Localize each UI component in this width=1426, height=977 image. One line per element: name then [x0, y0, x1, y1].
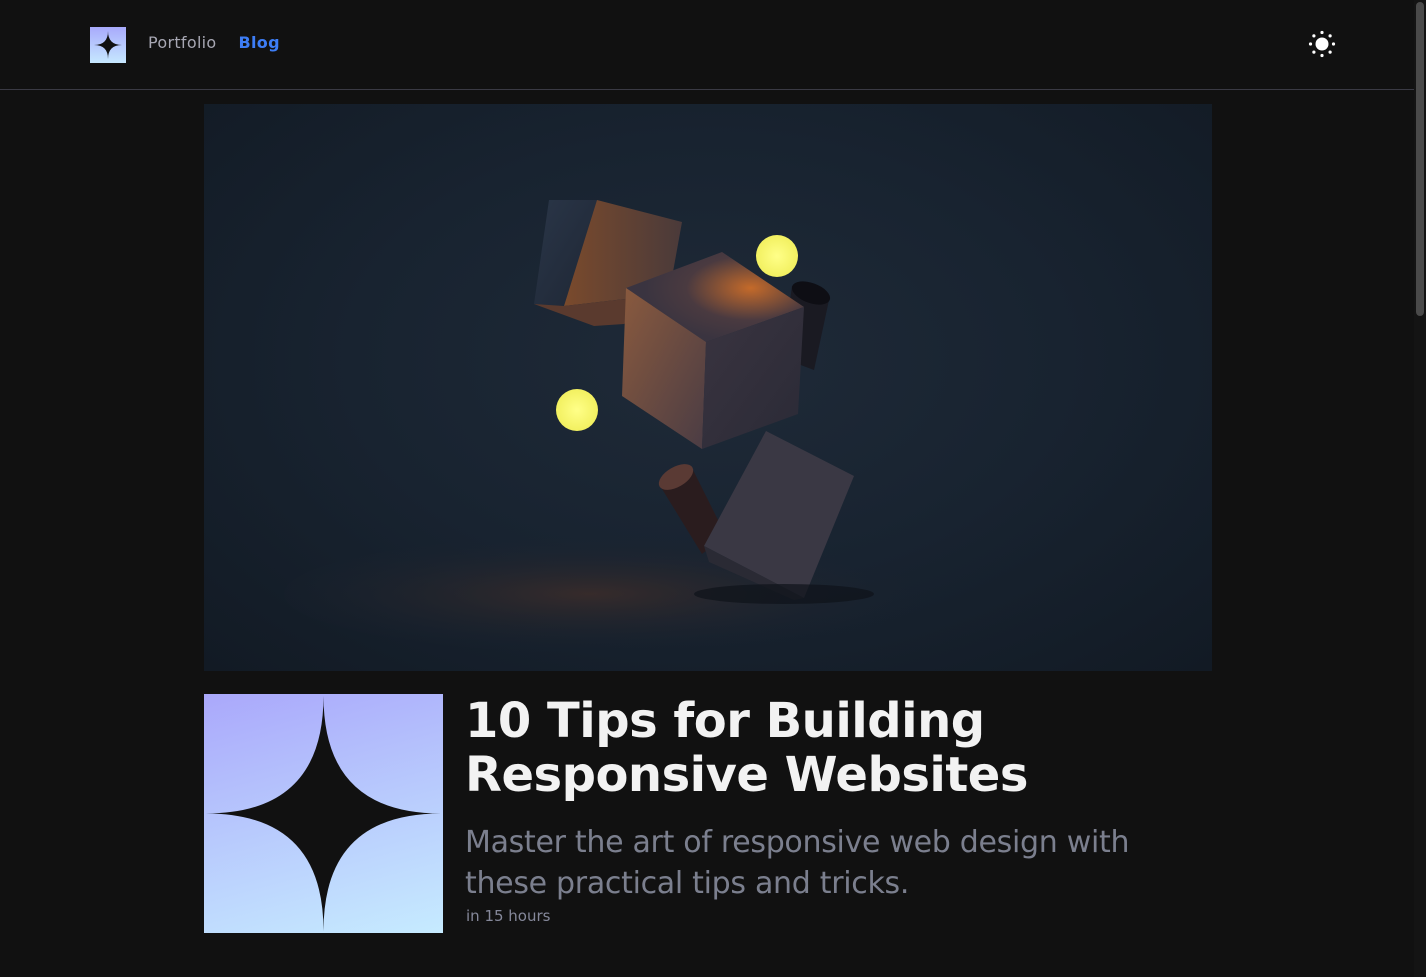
cubes-illustration: [284, 200, 964, 654]
post-publish-time: in 15 hours: [466, 907, 551, 925]
post-title[interactable]: 10 Tips for Building Responsive Websites: [465, 694, 1225, 802]
nav-link-blog[interactable]: Blog: [239, 33, 280, 52]
hero-image: [204, 104, 1212, 671]
post-excerpt: Master the art of responsive web design …: [465, 825, 1130, 901]
scrollbar-thumb[interactable]: [1416, 2, 1424, 316]
page: Portfolio Blog 10 Tips for Building Resp…: [0, 0, 1426, 977]
sun-icon: [1308, 30, 1336, 58]
post-thumbnail[interactable]: [204, 694, 443, 933]
main-nav: Portfolio Blog: [148, 33, 280, 52]
site-header: Portfolio Blog: [0, 0, 1414, 90]
sparkle-star-logo-icon: [94, 31, 122, 59]
sparkle-star-icon: [206, 696, 441, 931]
nav-link-portfolio[interactable]: Portfolio: [148, 33, 217, 52]
vertical-scrollbar[interactable]: [1414, 0, 1426, 977]
logo-link[interactable]: [90, 27, 126, 63]
theme-toggle-button[interactable]: [1308, 30, 1336, 58]
